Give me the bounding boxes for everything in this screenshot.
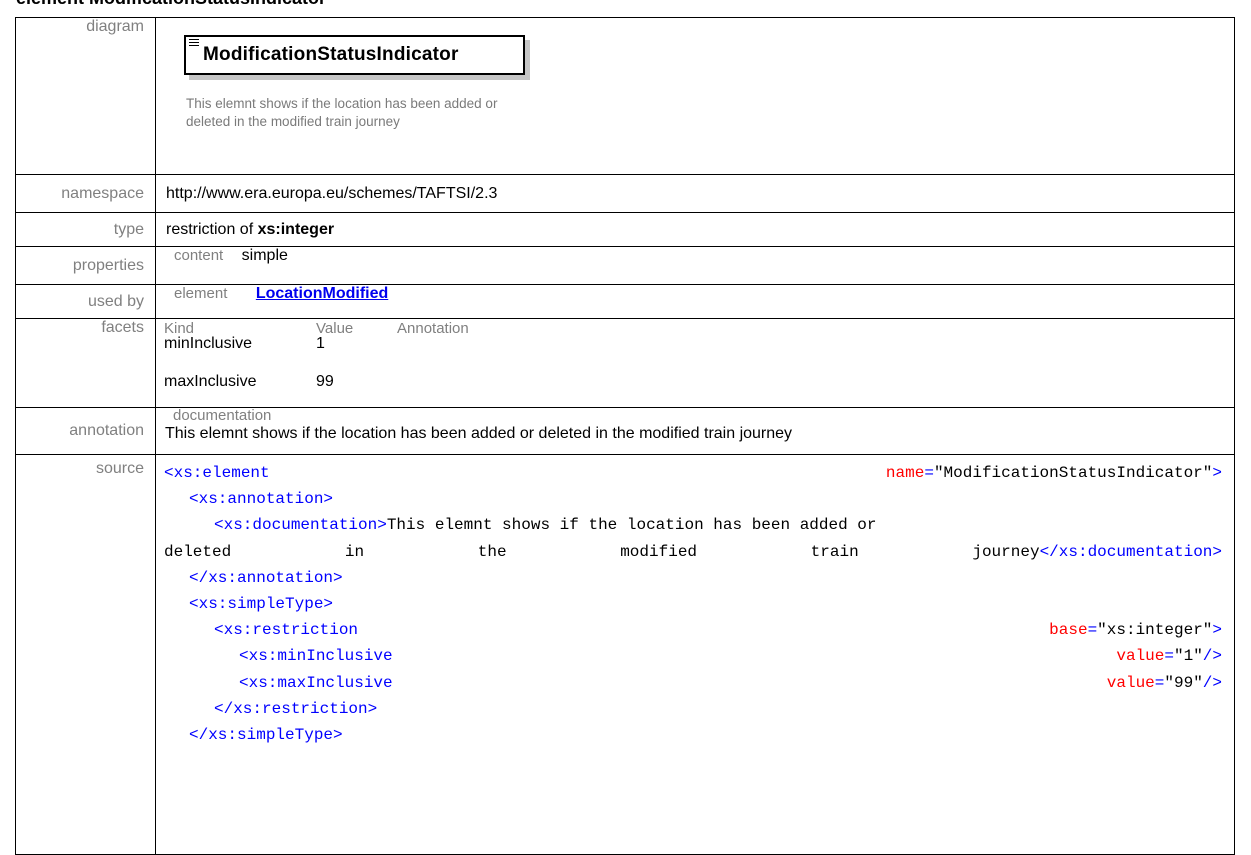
facet-row-min: minInclusive 1	[164, 335, 325, 353]
diagram-row: diagram ModificationStatusIndicator This…	[15, 17, 1235, 175]
code-text: train	[810, 542, 859, 561]
source-row: source <xs:element name="ModificationSta…	[15, 454, 1235, 855]
code-value: "xs:integer"	[1097, 621, 1213, 640]
code-line: </xs:restriction>	[164, 696, 1222, 722]
code-tag: </xs:documentation>	[1039, 542, 1222, 561]
diagram-label: diagram	[15, 17, 156, 175]
diagram-cell: ModificationStatusIndicator This elemnt …	[155, 17, 1235, 175]
namespace-value: http://www.era.europa.eu/schemes/TAFTSI/…	[155, 174, 1235, 213]
code-eq: =	[1164, 647, 1174, 666]
code-line: <xs:simpleType>	[164, 591, 1222, 617]
element-diagram-box[interactable]: ModificationStatusIndicator	[184, 35, 525, 75]
code-value: "99"	[1164, 673, 1203, 692]
code-value: "1"	[1173, 647, 1203, 666]
facet-row-max: maxInclusive 99	[164, 373, 334, 391]
annotation-row: annotation documentation This elemnt sho…	[15, 407, 1235, 455]
code-tag: <xs:minInclusive	[239, 647, 393, 666]
location-modified-link[interactable]: LocationModified	[256, 285, 388, 302]
code-text: journey	[972, 542, 1040, 561]
element-doc-table: diagram ModificationStatusIndicator This…	[15, 17, 1235, 855]
facets-label: facets	[15, 318, 156, 408]
properties-row: properties content simple	[15, 246, 1235, 285]
code-line: </xs:simpleType>	[164, 722, 1222, 748]
type-label: type	[15, 212, 156, 247]
facets-row: facets Kind Value Annotation minInclusive 1…	[15, 318, 1235, 408]
documentation-lines-icon	[189, 39, 199, 47]
annotation-cell: documentation This elemnt shows if the l…	[155, 407, 1235, 455]
page-heading: element ModificationStatusIndicator	[16, 0, 326, 9]
code-line: <xs:minInclusive value="1"/>	[164, 643, 1222, 669]
code-text: modified	[620, 542, 698, 561]
used-by-label: used by	[15, 284, 156, 319]
code-attr: value	[1116, 647, 1165, 666]
code-line: <xs:documentation>This elemnt shows if t…	[164, 512, 1222, 538]
code-eq: =	[1087, 621, 1098, 640]
code-tag: <xs:element	[164, 464, 270, 482]
code-tag-end: >	[1212, 621, 1222, 640]
type-value: restriction of xs:integer	[155, 212, 1235, 247]
code-text: the	[477, 542, 507, 561]
facet-kind: minInclusive	[164, 335, 253, 352]
annotation-key: documentation	[173, 407, 272, 424]
source-label: source	[15, 454, 156, 855]
code-line: <xs:element name="ModificationStatusIndi…	[164, 460, 1222, 486]
facet-value: 1	[316, 335, 325, 352]
type-prefix: restriction of	[166, 220, 258, 238]
code-text: in	[344, 542, 365, 561]
code-eq: =	[1154, 673, 1165, 692]
code-text: This elemnt shows if the location has be…	[386, 516, 877, 535]
code-tag-end: />	[1202, 673, 1222, 692]
code-line: <xs:maxInclusive value="99"/>	[164, 670, 1222, 696]
code-tag: </xs:restriction>	[214, 699, 378, 718]
facet-value: 99	[316, 373, 334, 390]
diagram-description: This elemnt shows if the location has be…	[186, 96, 498, 129]
type-row: type restriction of xs:integer	[15, 212, 1235, 247]
namespace-label: namespace	[15, 174, 156, 213]
used-by-row: used by element LocationModified	[15, 284, 1235, 319]
type-base: xs:integer	[257, 220, 335, 238]
facets-header-value: Value	[316, 320, 354, 337]
code-tag-end: >	[1212, 464, 1222, 482]
code-attr: value	[1106, 673, 1155, 692]
properties-label: properties	[15, 246, 156, 285]
code-tag-end: />	[1202, 647, 1222, 666]
code-tag: </xs:annotation>	[189, 568, 343, 587]
code-line: </xs:annotation>	[164, 565, 1222, 591]
code-line: <xs:restriction base="xs:integer">	[164, 617, 1222, 643]
properties-key: content	[174, 247, 224, 264]
code-text: deleted	[164, 542, 232, 561]
properties-value: simple	[241, 247, 288, 264]
diagram-element-name: ModificationStatusIndicator	[203, 44, 459, 65]
code-attr: base	[1049, 621, 1088, 640]
code-tag: <xs:annotation>	[189, 490, 334, 509]
code-tag: <xs:simpleType>	[189, 595, 334, 614]
code-attr: name	[885, 464, 925, 482]
namespace-row: namespace http://www.era.europa.eu/schem…	[15, 174, 1235, 213]
facet-kind: maxInclusive	[164, 373, 257, 390]
used-by-cell: element LocationModified	[155, 284, 1235, 319]
annotation-text: This elemnt shows if the location has be…	[165, 425, 793, 442]
code-value: "ModificationStatusIndicator"	[933, 464, 1213, 482]
code-eq: =	[924, 464, 934, 482]
used-by-key: element	[174, 285, 228, 302]
properties-cell: content simple	[155, 246, 1235, 285]
facets-header-annotation: Annotation	[397, 320, 469, 337]
code-line: <xs:annotation>	[164, 486, 1222, 512]
annotation-label: annotation	[15, 407, 156, 455]
source-code: <xs:element name="ModificationStatusIndi…	[155, 454, 1235, 855]
code-tag: <xs:documentation>	[214, 516, 387, 535]
code-tag: </xs:simpleType>	[189, 726, 343, 745]
code-line: deleted in the modified train journey</x…	[164, 539, 1222, 565]
facets-cell: Kind Value Annotation minInclusive 1 maxInc…	[155, 318, 1235, 408]
code-tag: <xs:maxInclusive	[239, 673, 393, 692]
code-tag: <xs:restriction	[214, 621, 359, 640]
